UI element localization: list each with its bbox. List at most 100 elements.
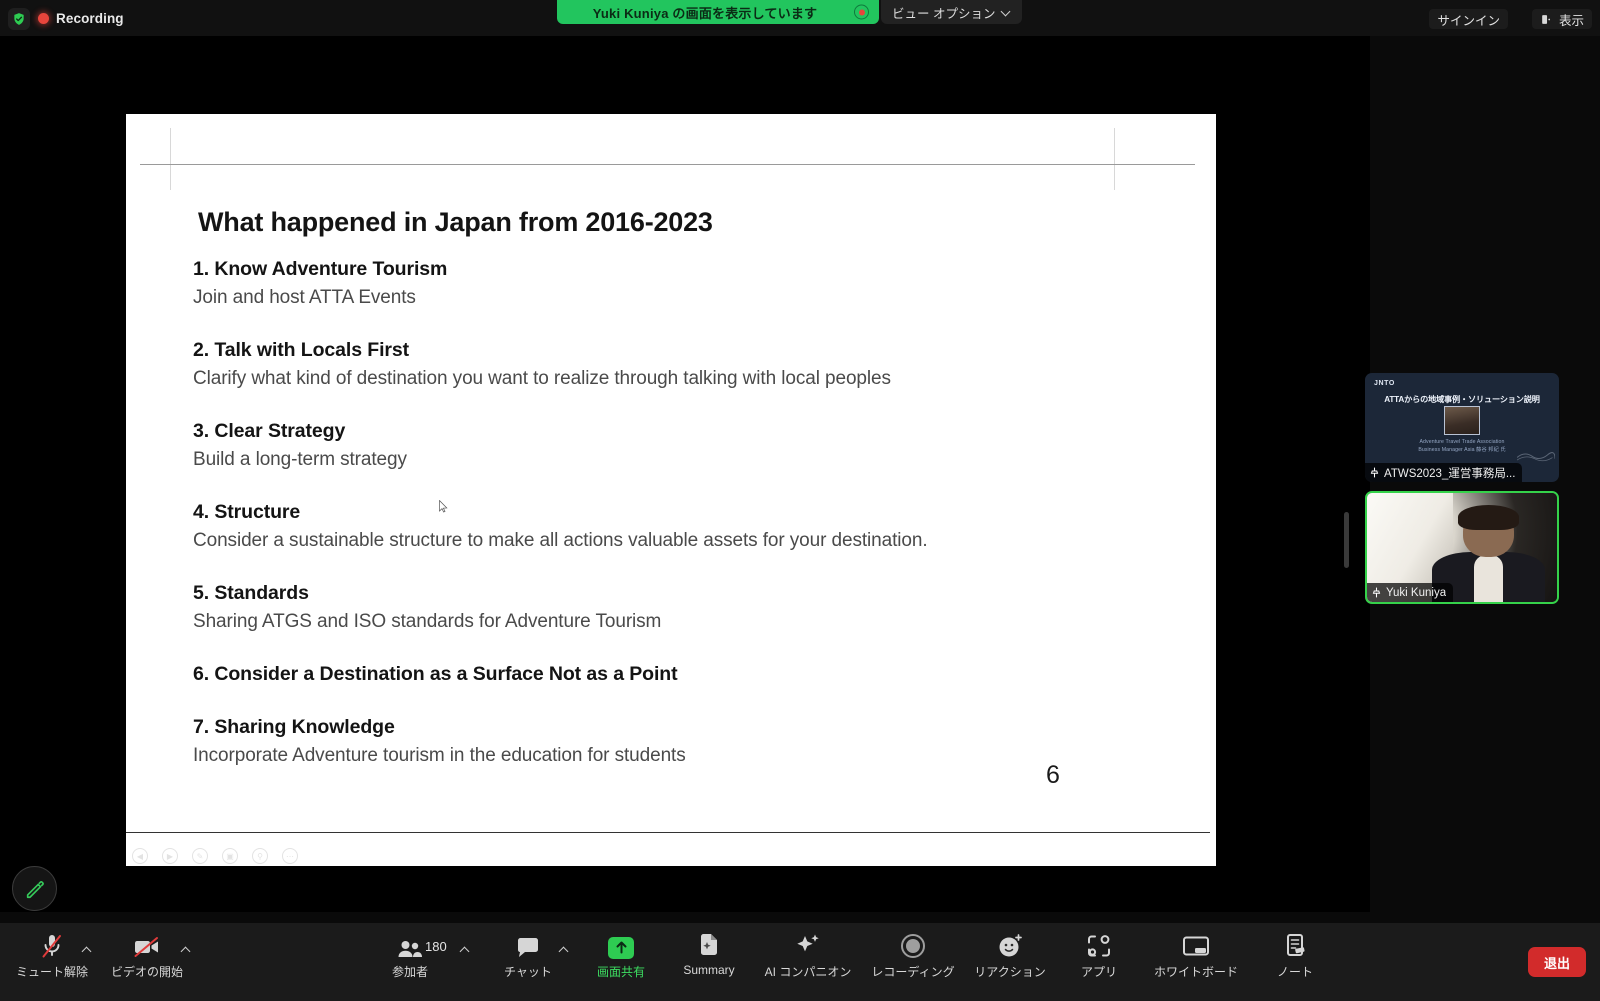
slide-item-heading: 5. Standards bbox=[193, 582, 309, 604]
chat-options-caret[interactable] bbox=[560, 945, 569, 954]
record-circle-icon bbox=[900, 929, 926, 959]
toolbar-label-participants: 参加者 bbox=[391, 965, 428, 979]
toolbar-label-reactions: リアクション bbox=[974, 965, 1046, 979]
toolbar-button-mute[interactable]: ミュート解除 bbox=[12, 929, 92, 993]
participants-icon bbox=[397, 929, 423, 959]
recording-label: Recording bbox=[56, 11, 124, 26]
slide-item-body: Clarify what kind of destination you wan… bbox=[193, 368, 891, 390]
view-options-button[interactable]: ビュー オプション bbox=[881, 0, 1023, 24]
toolbar-label-recording: レコーディング bbox=[871, 965, 955, 979]
whiteboard-icon bbox=[1182, 929, 1210, 959]
ai-sparkle-icon bbox=[794, 929, 822, 959]
slide-guide-left bbox=[170, 128, 171, 190]
share-screen-icon bbox=[608, 929, 634, 959]
slide-item-heading: 7. Sharing Knowledge bbox=[193, 716, 395, 738]
banner-recording-icon bbox=[854, 4, 869, 20]
toolbar-button-ai-companion[interactable]: AI コンパニオン bbox=[756, 929, 860, 993]
video-off-icon bbox=[133, 929, 161, 959]
slide-item-heading: 3. Clear Strategy bbox=[193, 420, 346, 442]
recording-indicator[interactable]: Recording bbox=[38, 9, 124, 28]
video-options-caret[interactable] bbox=[182, 945, 191, 954]
previous-page-icon[interactable]: ◀ bbox=[132, 848, 148, 864]
slide-item-body: Join and host ATTA Events bbox=[193, 287, 416, 309]
screen-share-banner: Yuki Kuniya の画面を表示しています bbox=[557, 0, 879, 24]
toolbar-button-reactions[interactable]: リアクション bbox=[968, 929, 1052, 993]
toolbar-button-summary[interactable]: Summary bbox=[672, 929, 746, 993]
chevron-down-icon bbox=[1002, 8, 1011, 17]
toolbar-button-share-screen[interactable]: 画面共有 bbox=[590, 929, 652, 993]
person-hair bbox=[1457, 505, 1520, 530]
participants-count: 180 bbox=[425, 939, 447, 954]
slide-page-number: 6 bbox=[1046, 761, 1060, 789]
toolbar-label-share-screen: 画面共有 bbox=[596, 965, 645, 979]
toolbar-button-notes[interactable]: ノート bbox=[1264, 929, 1326, 993]
participant-filmstrip[interactable]: JNTO ATTAからの地域事例・ソリューション説明 Adventure Tra… bbox=[1365, 36, 1600, 912]
mute-options-caret[interactable] bbox=[83, 945, 92, 954]
view-options-label: ビュー オプション bbox=[892, 6, 996, 21]
leave-meeting-label: 退出 bbox=[1543, 955, 1570, 971]
leave-meeting-button[interactable]: 退出 bbox=[1528, 947, 1586, 977]
participant-name-badge: Yuki Kuniya bbox=[1367, 583, 1454, 602]
toolbar-button-apps[interactable]: アプリ bbox=[1068, 929, 1130, 993]
toolbar-button-chat[interactable]: チャット bbox=[500, 929, 556, 993]
slide-item-heading: 4. Structure bbox=[193, 501, 301, 523]
slide-item-body: Consider a sustainable structure to make… bbox=[193, 530, 928, 552]
annotate-floating-button[interactable] bbox=[12, 866, 57, 911]
toolbar-label-chat: チャット bbox=[504, 965, 552, 979]
participant-tile-yuki-kuniya[interactable]: Yuki Kuniya bbox=[1365, 491, 1559, 604]
zoom-icon[interactable]: ⚲ bbox=[252, 848, 268, 864]
slide-item-1: 1. Know Adventure Tourism Join and host … bbox=[193, 257, 447, 310]
summary-doc-icon bbox=[697, 929, 721, 959]
screen-share-banner-text: Yuki Kuniya の画面を表示しています bbox=[592, 5, 818, 21]
toolbar-label-whiteboard: ホワイトボード bbox=[1153, 965, 1238, 979]
next-page-icon[interactable]: ▶ bbox=[162, 848, 178, 864]
slide-item-5: 5. Standards Sharing ATGS and ISO standa… bbox=[193, 581, 661, 634]
toolbar-label-ai-companion: AI コンパニオン bbox=[764, 965, 852, 979]
slide-item-2: 2. Talk with Locals First Clarify what k… bbox=[193, 338, 891, 391]
microphone-muted-icon bbox=[40, 929, 64, 959]
sign-in-label: サインイン bbox=[1437, 13, 1500, 28]
slide-item-4: 4. Structure Consider a sustainable stru… bbox=[193, 500, 928, 553]
toolbar-button-video[interactable]: ビデオの開始 bbox=[104, 929, 190, 993]
save-icon[interactable]: ▣ bbox=[222, 848, 238, 864]
slide-item-heading: 6. Consider a Destination as a Surface N… bbox=[193, 663, 678, 685]
display-icon bbox=[1542, 14, 1551, 24]
slide-viewer-toolbar[interactable]: ◀ ▶ ✎ ▣ ⚲ ⋯ bbox=[132, 842, 298, 866]
slide-item-body: Incorporate Adventure tourism in the edu… bbox=[193, 745, 686, 767]
slide-item-3: 3. Clear Strategy Build a long-term stra… bbox=[193, 419, 407, 472]
meeting-toolbar: ミュート解除 ビデオの開始 参加者 180 チャット 画面共有 Summary … bbox=[0, 923, 1600, 1001]
speaker-photo bbox=[1444, 406, 1480, 435]
participant-name-badge: ATWS2023_運営事務局... bbox=[1365, 463, 1523, 482]
slide-item-heading: 1. Know Adventure Tourism bbox=[193, 258, 448, 280]
shared-deck-title: ATTAからの地域事例・ソリューション説明 bbox=[1384, 395, 1540, 404]
more-options-icon[interactable]: ⋯ bbox=[282, 848, 298, 864]
slide-title: What happened in Japan from 2016-2023 bbox=[198, 207, 713, 237]
display-button[interactable]: 表示 bbox=[1531, 9, 1592, 29]
notes-icon bbox=[1283, 929, 1307, 959]
pin-icon bbox=[1370, 467, 1379, 478]
shared-screen-stage[interactable]: What happened in Japan from 2016-2023 1.… bbox=[0, 36, 1370, 912]
toolbar-button-recording[interactable]: レコーディング bbox=[866, 929, 960, 993]
slide-item-body: Sharing ATGS and ISO standards for Adven… bbox=[193, 611, 662, 633]
pin-icon bbox=[1372, 587, 1381, 598]
presentation-slide[interactable]: What happened in Japan from 2016-2023 1.… bbox=[126, 114, 1216, 866]
sign-in-button[interactable]: サインイン bbox=[1429, 9, 1508, 29]
stage-scrollbar[interactable] bbox=[1344, 512, 1349, 568]
slide-guide-right bbox=[1114, 128, 1115, 190]
mouse-cursor bbox=[439, 500, 448, 513]
reactions-smiley-icon bbox=[997, 929, 1023, 959]
participant-name: ATWS2023_運営事務局... bbox=[1384, 467, 1516, 480]
verified-shield-icon bbox=[8, 8, 30, 30]
jnto-logo: JNTO bbox=[1374, 380, 1395, 387]
toolbar-button-whiteboard[interactable]: ホワイトボード bbox=[1144, 929, 1248, 993]
toolbar-label-mute: ミュート解除 bbox=[15, 965, 88, 979]
toolbar-label-apps: アプリ bbox=[1080, 965, 1117, 979]
pen-tool-icon[interactable]: ✎ bbox=[192, 848, 208, 864]
participant-tile-atws2023[interactable]: JNTO ATTAからの地域事例・ソリューション説明 Adventure Tra… bbox=[1365, 373, 1559, 482]
slide-guide-rule bbox=[140, 164, 1195, 166]
slide-item-body: Build a long-term strategy bbox=[193, 449, 407, 471]
slide-item-6: 6. Consider a Destination as a Surface N… bbox=[193, 662, 678, 686]
pencil-annotate-icon bbox=[26, 880, 44, 898]
participants-options-caret[interactable] bbox=[461, 945, 470, 954]
toolbar-label-notes: ノート bbox=[1276, 965, 1313, 979]
